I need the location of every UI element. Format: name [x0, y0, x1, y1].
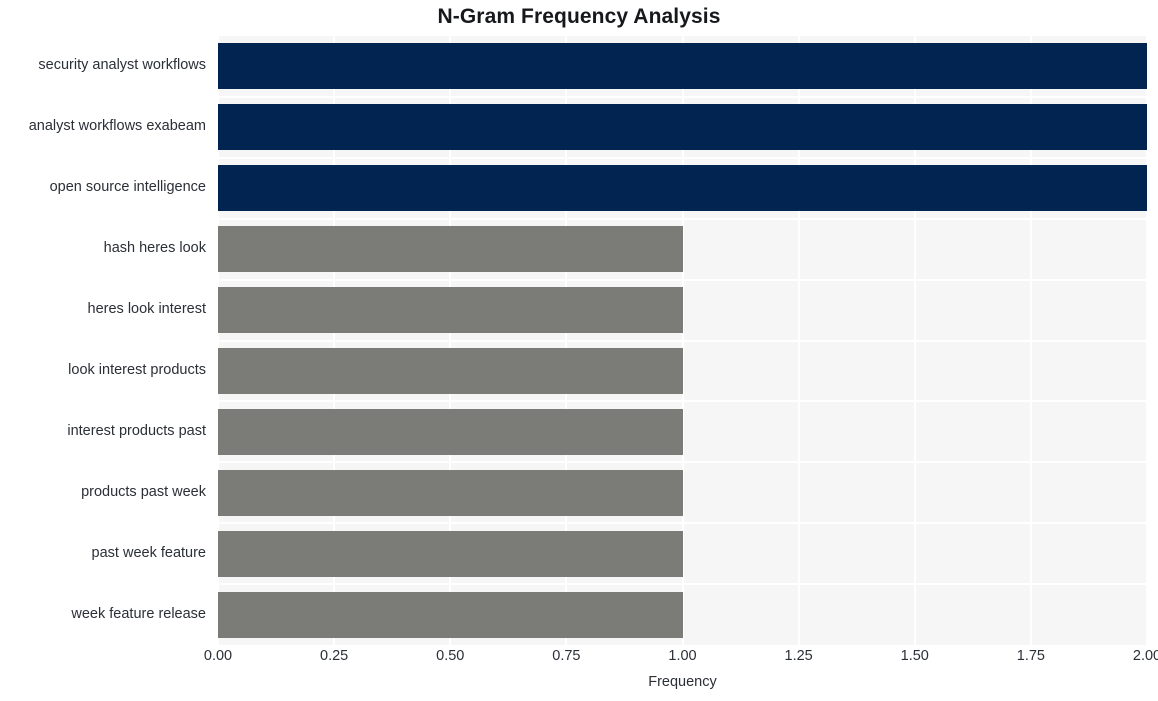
bar: [218, 347, 683, 394]
y-axis-tick-label: look interest products: [68, 361, 206, 378]
bar: [218, 43, 1147, 90]
horizontal-gridline: [218, 156, 1147, 159]
y-axis-tick-label: security analyst workflows: [38, 57, 206, 74]
bar: [218, 165, 1147, 212]
page-title: N-Gram Frequency Analysis: [437, 5, 721, 28]
x-axis-tick-label: 2.00: [1132, 648, 1158, 664]
y-axis-tick-labels: security analyst workflows analyst workfl…: [0, 36, 212, 645]
bar: [218, 530, 683, 577]
x-axis-label: Frequency: [648, 674, 717, 690]
x-axis-tick-label: 1.75: [1016, 648, 1045, 664]
horizontal-gridline: [218, 217, 1147, 220]
plot-area: [217, 36, 1148, 645]
x-axis-tick-label: 0.00: [203, 648, 233, 664]
x-axis-tick-label: 0.50: [436, 648, 465, 664]
x-axis-tick-label: 1.25: [784, 648, 813, 664]
horizontal-gridline: [218, 583, 1147, 586]
x-axis-tick-label: 0.75: [552, 648, 581, 664]
x-axis-tick-labels: 0.00 0.25 0.50 0.75 1.00 1.25 1.50 1.75 2.00: [0, 648, 1158, 672]
y-axis-tick-label: past week feature: [91, 544, 206, 561]
horizontal-gridline: [218, 95, 1147, 98]
bar: [218, 408, 683, 455]
y-axis-tick-label: products past week: [81, 483, 206, 500]
bar: [218, 287, 683, 334]
bar: [218, 469, 683, 516]
y-axis-tick-label: open source intelligence: [49, 179, 206, 196]
x-axis-tick-label: 1.50: [900, 648, 929, 664]
bar: [218, 226, 683, 273]
bar: [218, 591, 683, 638]
chart-figure: N-Gram Frequency Analysis security analy…: [0, 0, 1158, 701]
horizontal-gridline: [218, 522, 1147, 525]
y-axis-tick-label: week feature release: [71, 605, 206, 622]
y-axis-tick-label: hash heres look: [103, 240, 206, 257]
y-axis-tick-label: heres look interest: [87, 301, 206, 318]
x-axis-tick-label: 1.00: [668, 648, 697, 664]
bar: [218, 104, 1147, 151]
y-axis-tick-label: analyst workflows exabeam: [28, 118, 206, 135]
x-axis-tick-label: 0.25: [320, 648, 349, 664]
horizontal-gridline: [218, 339, 1147, 342]
horizontal-gridline: [218, 461, 1147, 464]
horizontal-gridline: [218, 278, 1147, 281]
y-axis-tick-label: interest products past: [67, 422, 206, 439]
horizontal-gridline: [218, 400, 1147, 403]
